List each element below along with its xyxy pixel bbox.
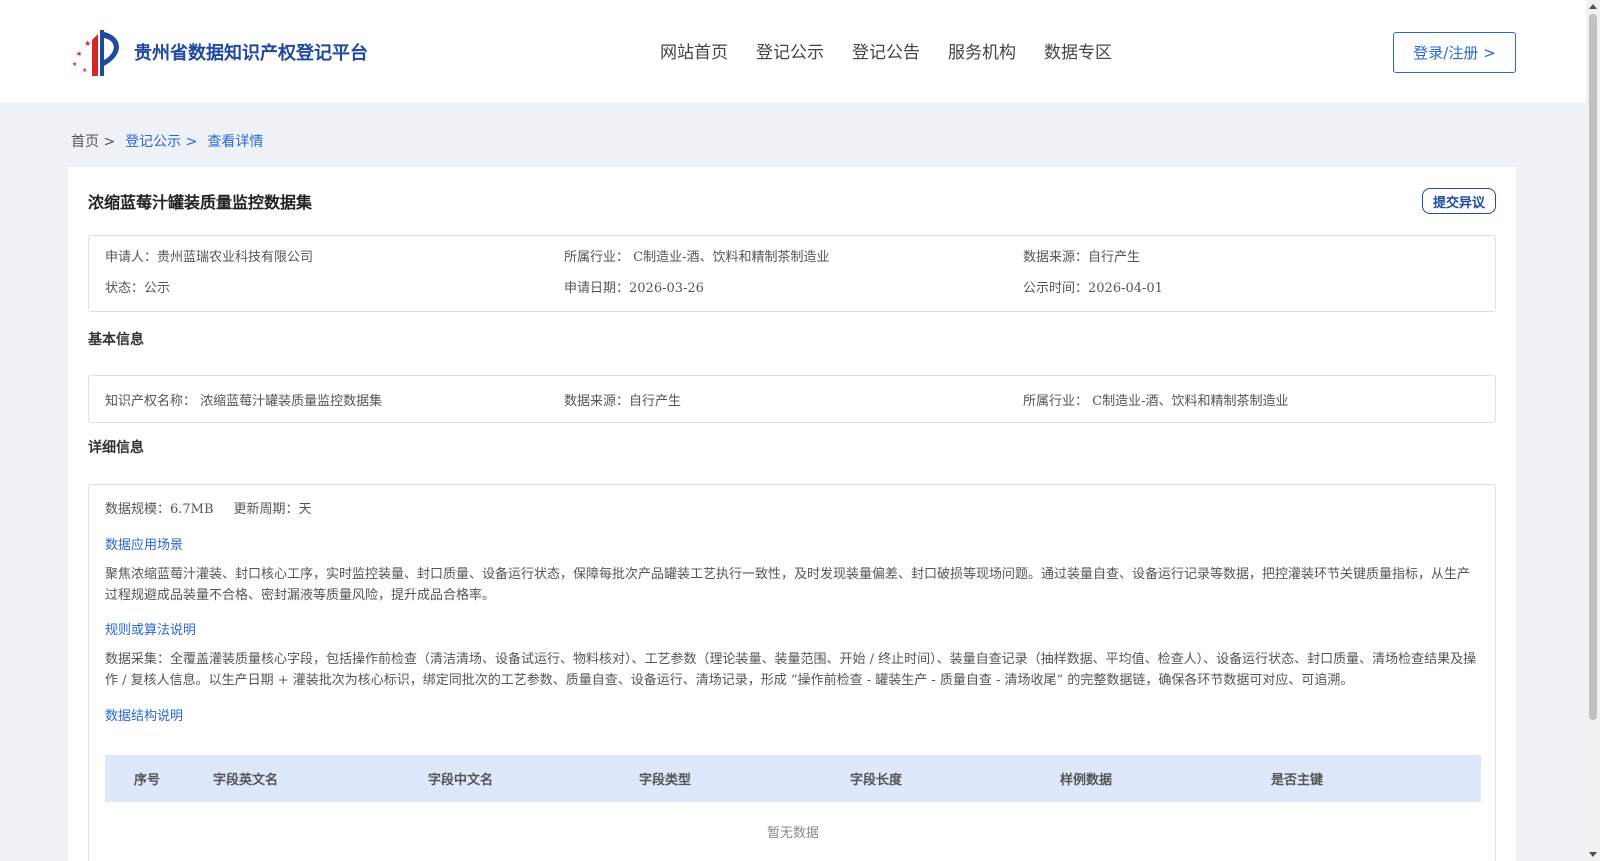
breadcrumb: 首页 > 登记公示 > 查看详情: [71, 131, 273, 151]
structure-table: 序号 字段英文名 字段中文名 字段类型 字段长度 样例数据 是否主键 暂无数据: [105, 755, 1481, 861]
breadcrumb-current: 查看详情: [207, 134, 264, 150]
main-nav: 网站首页 登记公示 登记公告 服务机构 数据专区: [660, 38, 1140, 63]
logo-emblem-icon: ★ ★ ★ ★: [72, 30, 120, 76]
applicant-field: 申请人：贵州蓝瑞农业科技有限公司: [105, 250, 314, 265]
site-title: 贵州省数据知识产权登记平台: [134, 43, 368, 64]
table-empty-state: 暂无数据: [105, 802, 1481, 861]
th-index: 序号: [134, 773, 161, 788]
breadcrumb-publicity[interactable]: 登记公示 >: [125, 131, 197, 151]
page-title: 浓缩蓝莓汁罐装质量监控数据集: [88, 193, 313, 212]
basic-info-heading: 基本信息: [88, 332, 144, 348]
data-scale: 数据规模：6.7MB: [105, 502, 214, 517]
scale-line: 数据规模：6.7MB 更新周期：天: [105, 498, 1479, 517]
ip-name-field: 知识产权名称： 浓缩蓝莓汁罐装质量监控数据集: [105, 394, 383, 409]
svg-text:★: ★: [76, 50, 82, 58]
scenario-text: 聚焦浓缩蓝莓汁灌装、封口核心工序，实时监控装量、封口质量、设备运行状态，保障每批…: [105, 567, 1471, 603]
rules-text: 数据采集：全覆盖灌装质量核心字段，包括操作前检查（清洁清场、设备试运行、物料核对…: [105, 652, 1477, 688]
submit-dispute-button[interactable]: 提交异议: [1422, 188, 1496, 214]
scroll-up-arrow-icon[interactable]: [1589, 4, 1597, 9]
nav-item-registration-publicity[interactable]: 登记公示: [756, 38, 824, 63]
breadcrumb-home[interactable]: 首页 >: [71, 131, 115, 151]
th-primary-key: 是否主键: [1271, 773, 1324, 788]
summary-box: 申请人：贵州蓝瑞农业科技有限公司 所属行业： C制造业-酒、饮料和精制茶制造业 …: [88, 235, 1496, 312]
nav-item-data-zone[interactable]: 数据专区: [1044, 38, 1112, 63]
nav-item-service-agencies[interactable]: 服务机构: [948, 38, 1016, 63]
scroll-thumb[interactable]: [1589, 14, 1597, 720]
source-field: 数据来源：自行产生: [1023, 250, 1141, 265]
th-field-type: 字段类型: [639, 773, 692, 788]
industry-field: 所属行业： C制造业-酒、饮料和精制茶制造业: [564, 250, 830, 265]
publish-date-field: 公示时间：2026-04-01: [1023, 281, 1163, 296]
basic-info-box: 知识产权名称： 浓缩蓝莓汁罐装质量监控数据集 数据来源：自行产生 所属行业： C…: [88, 375, 1496, 423]
structure-heading: 数据结构说明: [105, 709, 184, 724]
nav-item-registration-announcement[interactable]: 登记公告: [852, 38, 920, 63]
nav-item-home[interactable]: 网站首页: [660, 38, 728, 63]
rules-heading: 规则或算法说明: [105, 623, 197, 638]
detail-card: 浓缩蓝莓汁罐装质量监控数据集 提交异议 申请人：贵州蓝瑞农业科技有限公司 所属行…: [68, 167, 1516, 861]
table-header-row: 序号 字段英文名 字段中文名 字段类型 字段长度 样例数据 是否主键: [105, 755, 1481, 802]
site-logo[interactable]: ★ ★ ★ ★ 贵州省数据知识产权登记平台: [70, 26, 368, 78]
th-sample-data: 样例数据: [1060, 773, 1113, 788]
detail-info-heading: 详细信息: [88, 440, 144, 456]
basic-industry-field: 所属行业： C制造业-酒、饮料和精制茶制造业: [1023, 394, 1289, 409]
detail-info-box: 数据规模：6.7MB 更新周期：天 数据应用场景 聚焦浓缩蓝莓汁灌装、封口核心工…: [88, 484, 1496, 861]
th-field-cn: 字段中文名: [428, 773, 494, 788]
svg-text:★: ★: [72, 61, 77, 68]
page-scrollbar[interactable]: [1586, 0, 1600, 861]
th-field-length: 字段长度: [850, 773, 903, 788]
scenario-heading: 数据应用场景: [105, 538, 184, 553]
svg-text:★: ★: [84, 39, 91, 48]
update-cycle: 更新周期：天: [233, 502, 312, 517]
scroll-down-arrow-icon[interactable]: [1589, 852, 1597, 857]
svg-text:★: ★: [82, 67, 87, 74]
th-field-en: 字段英文名: [213, 773, 279, 788]
site-header: ★ ★ ★ ★ 贵州省数据知识产权登记平台 网站首页 登记公示 登记公告 服务机…: [0, 0, 1586, 103]
status-field: 状态：公示: [105, 281, 171, 296]
apply-date-field: 申请日期：2026-03-26: [564, 281, 704, 296]
basic-source-field: 数据来源：自行产生: [564, 394, 682, 409]
login-register-button[interactable]: 登录/注册 >: [1393, 32, 1516, 73]
